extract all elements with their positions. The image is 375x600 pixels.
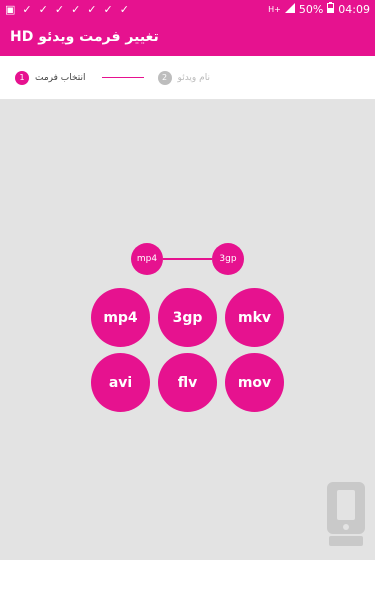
battery-icon <box>327 2 335 16</box>
source-format-badge: mp4 <box>131 243 163 275</box>
check-icon: ✓ <box>54 2 65 16</box>
format-button-mov[interactable]: mov <box>225 353 284 412</box>
stepper: 1 انتخاب فرمت 2 نام ویدئو <box>0 56 375 100</box>
step-number: 2 <box>157 70 172 85</box>
conversion-connector <box>163 258 212 260</box>
step-connector <box>101 77 144 78</box>
main-content: mp4 3gp mp4 3gp mkv avi flv mov <box>0 100 375 560</box>
step-select-format[interactable]: 1 انتخاب فرمت <box>15 70 86 85</box>
format-button-flv[interactable]: flv <box>158 353 217 412</box>
network-type: H+ <box>268 4 281 14</box>
format-button-mkv[interactable]: mkv <box>225 288 284 347</box>
step-video-name[interactable]: 2 نام ویدئو <box>157 70 210 85</box>
check-icon: ✓ <box>103 2 113 16</box>
status-bar: ▣ ✓ ✓ ✓ ✓ ✓ ✓ ✓ H+ 50% 04:09 <box>0 0 375 18</box>
signal-icon <box>284 2 295 16</box>
check-icon: ✓ <box>71 2 81 16</box>
check-icon: ✓ <box>38 2 48 16</box>
app-bar: تغییر فرمت ویدئو HD <box>0 18 375 56</box>
format-button-mp4[interactable]: mp4 <box>91 288 150 347</box>
step-label: انتخاب فرمت <box>35 72 86 83</box>
step-label: نام ویدئو <box>177 72 210 83</box>
step-number: 1 <box>15 70 29 85</box>
format-grid: mp4 3gp mkv avi flv mov <box>91 288 285 412</box>
watermark-logo-icon <box>323 480 369 550</box>
check-icon: ✓ <box>119 2 129 16</box>
clock: 04:09 <box>338 2 370 16</box>
notification-icons: ▣ ✓ ✓ ✓ ✓ ✓ ✓ ✓ <box>5 4 129 15</box>
system-status: H+ 50% 04:09 <box>268 2 370 16</box>
target-format-badge: 3gp <box>212 243 244 275</box>
bottom-area <box>0 560 375 600</box>
format-button-avi[interactable]: avi <box>91 353 150 412</box>
check-icon: ✓ <box>22 2 32 16</box>
conversion-indicator: mp4 3gp <box>131 243 244 275</box>
app-title: تغییر فرمت ویدئو HD <box>10 29 159 45</box>
check-icon: ✓ <box>87 2 97 16</box>
image-icon: ▣ <box>5 2 16 16</box>
battery-level: 50% <box>298 2 324 16</box>
format-button-3gp[interactable]: 3gp <box>158 288 217 347</box>
